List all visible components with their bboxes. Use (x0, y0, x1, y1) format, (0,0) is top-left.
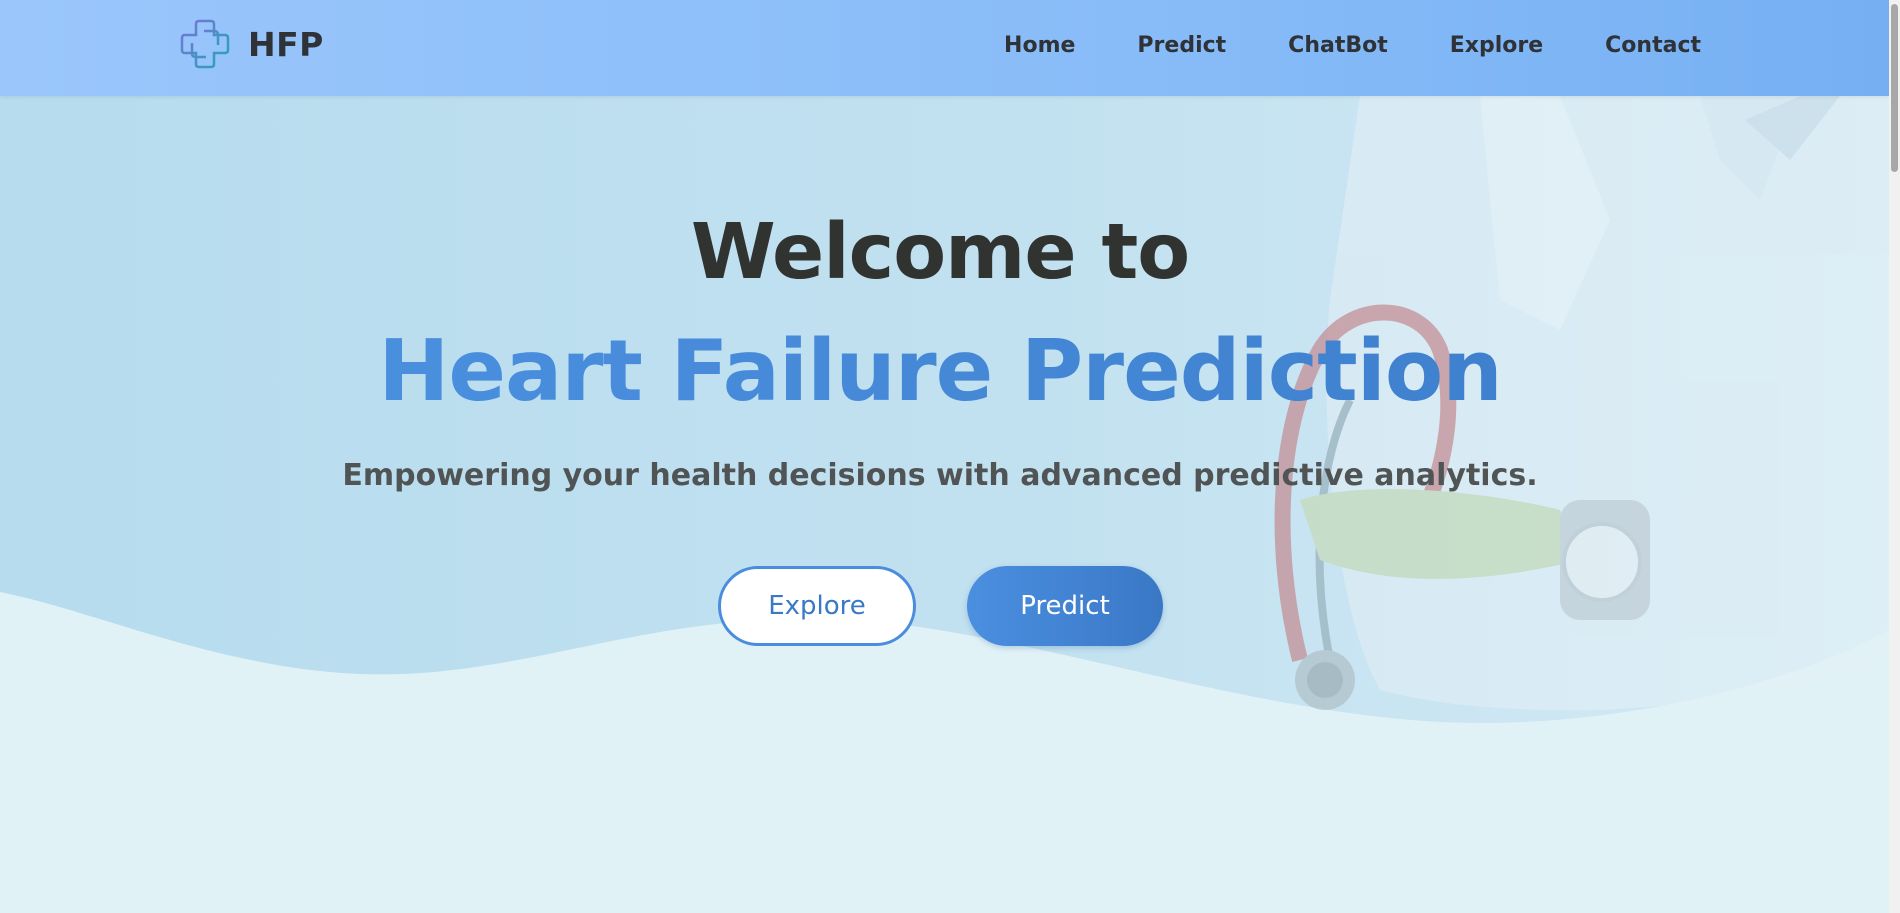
predict-button[interactable]: Predict (967, 566, 1163, 646)
medical-cross-icon (180, 19, 230, 69)
nav-item-contact[interactable]: Contact (1605, 28, 1701, 64)
explore-button[interactable]: Explore (718, 566, 916, 646)
brand[interactable]: HFP (178, 16, 324, 72)
hero-title: Welcome to (690, 208, 1190, 297)
nav-item-predict[interactable]: Predict (1137, 28, 1226, 64)
scrollbar-thumb[interactable] (1891, 4, 1898, 172)
hero-headline: Heart Failure Prediction (0, 322, 1880, 421)
navbar: HFP Home Predict ChatBot Explore Contact (0, 0, 1889, 96)
nav-item-home[interactable]: Home (1004, 28, 1075, 64)
hero-subtitle: Empowering your health decisions with ad… (342, 458, 1538, 493)
brand-name: HFP (248, 24, 324, 64)
nav-item-chatbot[interactable]: ChatBot (1288, 28, 1388, 64)
main-nav: Home Predict ChatBot Explore Contact (1004, 28, 1701, 64)
nav-item-explore[interactable]: Explore (1450, 28, 1543, 64)
scrollbar[interactable] (1889, 0, 1900, 913)
hero-background (0, 0, 1889, 913)
page: HFP Home Predict ChatBot Explore Contact… (0, 0, 1900, 913)
